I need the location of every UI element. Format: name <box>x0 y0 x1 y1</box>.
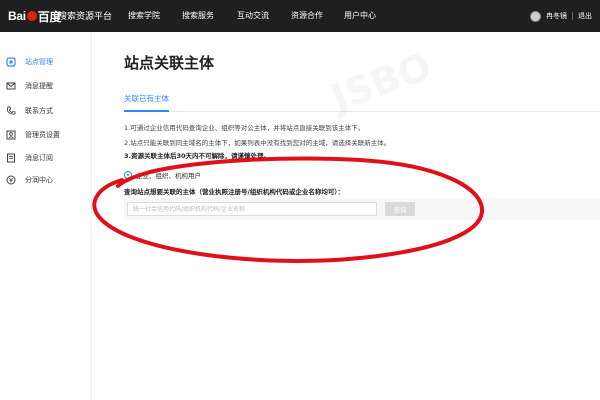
sidebar-item-label: 消息提醒 <box>25 82 53 90</box>
avatar[interactable] <box>530 10 541 22</box>
main-content: 站点关联主体 关联已有主体 1.可通过企业信用代码查询企业、组织等对公主体，并将… <box>93 32 600 400</box>
platform-title[interactable]: 搜索资源平台 <box>58 9 112 22</box>
entity-search-input[interactable] <box>127 202 377 216</box>
nav-search-service[interactable]: 搜索服务 <box>182 0 214 32</box>
sidebar: 站点管理 消息提醒 联系方式 管理员设置 消息订阅 分润中心 <box>0 32 92 400</box>
user-area: 冉冬镜 退出 <box>530 0 592 32</box>
admin-icon <box>6 130 16 140</box>
sidebar-item-subscriptions[interactable]: 消息订阅 <box>0 148 92 168</box>
sidebar-item-label: 消息订阅 <box>25 154 53 162</box>
radio-label: 企业、组织、机构用户 <box>136 172 201 180</box>
nav-interaction[interactable]: 互动交流 <box>237 0 269 32</box>
revenue-icon <box>6 175 16 185</box>
instruction-note-2: 2.站点只能关联到同主域名的主体下，如果列表中没有找到您对的主域，请选择关联新主… <box>124 139 391 147</box>
sidebar-item-revenue[interactable]: 分润中心 <box>0 170 92 190</box>
nav-resource-cooperation[interactable]: 资源合作 <box>291 0 323 32</box>
page-title: 站点关联主体 <box>124 54 215 72</box>
nav-user-center[interactable]: 用户中心 <box>344 0 376 32</box>
divider <box>572 12 573 20</box>
sidebar-item-label: 管理员设置 <box>25 131 60 139</box>
site-icon <box>6 57 16 67</box>
instruction-note-1: 1.可通过企业信用代码查询企业、组织等对公主体，并将站点直接关联到该主体下。 <box>124 124 365 132</box>
instruction-note-3: 3.资源关联主体后30天内不可解除，请谨慎处理。 <box>124 152 271 160</box>
query-label: 查询站点想要关联的主体（营业执照注册号/组织机构代码或企业名称均可）： <box>124 188 345 196</box>
logo-text-left: Bai <box>8 9 26 23</box>
nav-search-academy[interactable]: 搜索学院 <box>128 0 160 32</box>
paw-icon <box>26 11 37 21</box>
tab-bar: 关联已有主体 <box>124 92 600 112</box>
sidebar-item-site-management[interactable]: 站点管理 <box>0 52 92 72</box>
phone-icon <box>6 106 16 116</box>
sidebar-item-label: 站点管理 <box>25 58 53 66</box>
baidu-logo[interactable]: Bai 百度 <box>8 8 61 24</box>
username[interactable]: 冉冬镜 <box>546 11 567 21</box>
sidebar-item-label: 分润中心 <box>25 176 53 184</box>
subscribe-icon <box>6 153 16 163</box>
user-type-radio[interactable]: 企业、组织、机构用户 <box>124 170 201 180</box>
message-icon <box>6 81 16 91</box>
logout-link[interactable]: 退出 <box>578 11 592 21</box>
sidebar-item-messages[interactable]: 消息提醒 <box>0 76 92 96</box>
top-navigation-bar: Bai 百度 搜索资源平台 搜索学院 搜索服务 互动交流 资源合作 用户中心 冉… <box>0 0 600 32</box>
sidebar-item-admin-settings[interactable]: 管理员设置 <box>0 125 92 145</box>
tab-link-existing-entity[interactable]: 关联已有主体 <box>124 92 169 112</box>
radio-selected-icon[interactable] <box>124 171 132 179</box>
sidebar-item-contact[interactable]: 联系方式 <box>0 101 92 121</box>
sidebar-item-label: 联系方式 <box>25 107 53 115</box>
search-button[interactable]: 查询 <box>385 202 415 216</box>
